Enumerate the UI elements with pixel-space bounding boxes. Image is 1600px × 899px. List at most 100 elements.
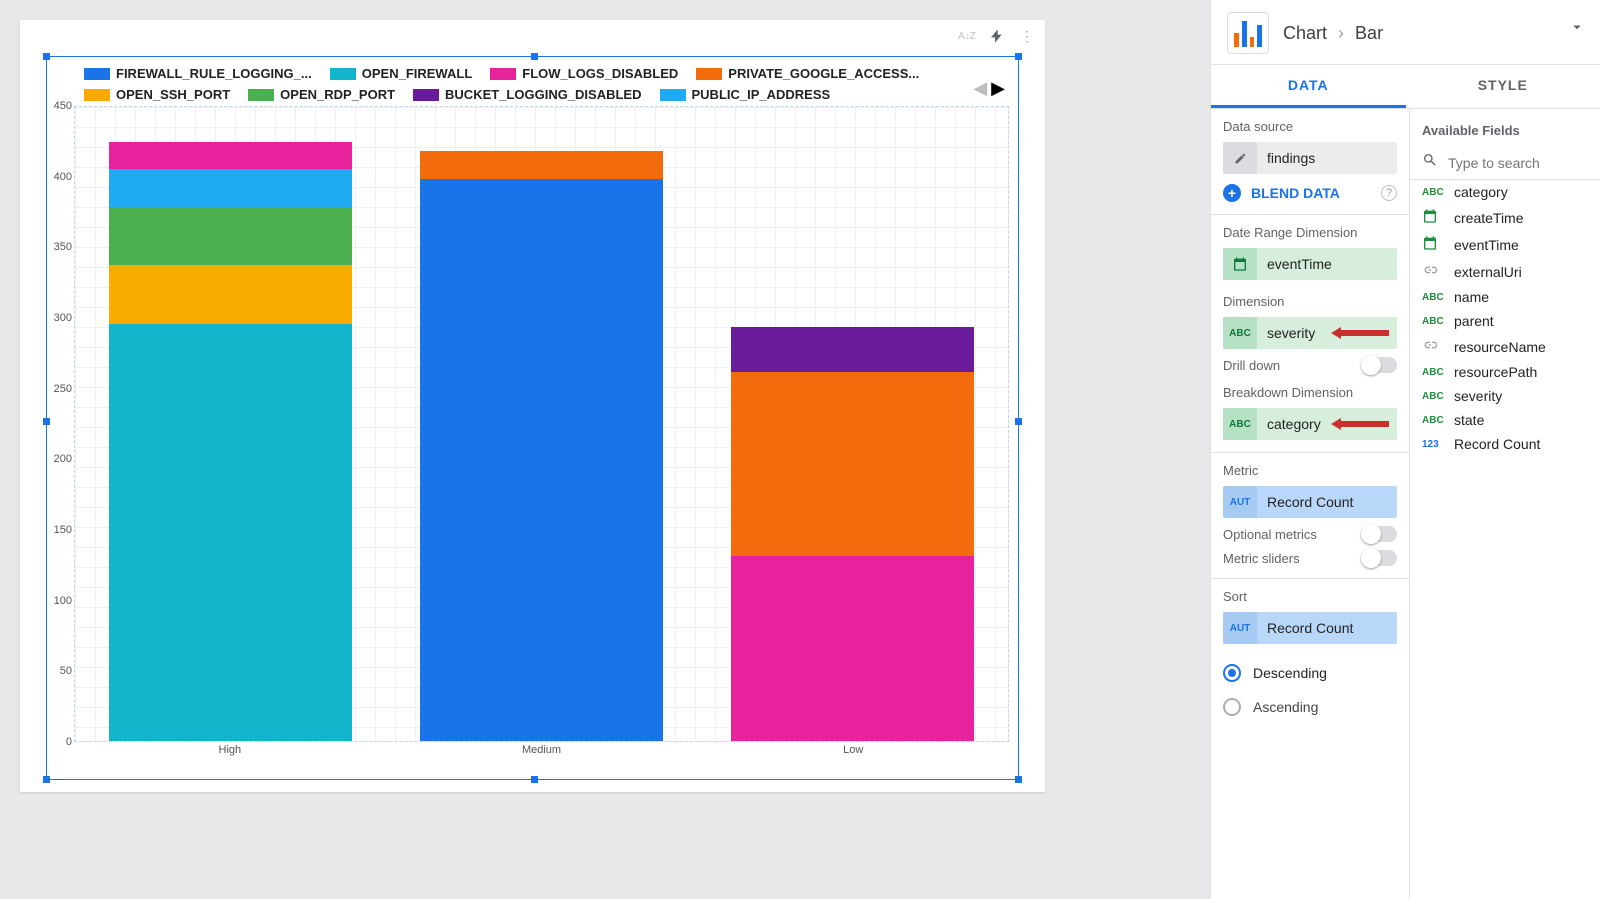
panel-tabs: DATA STYLE <box>1211 64 1600 109</box>
drilldown-toggle[interactable] <box>1363 357 1397 373</box>
available-field[interactable]: ABC resourcePath <box>1410 360 1600 384</box>
available-field[interactable]: externalUri <box>1410 258 1600 285</box>
legend-nav[interactable]: ◀▶ <box>973 78 1009 99</box>
field-type-icon: ABC <box>1422 367 1444 378</box>
sort-label: Sort <box>1223 589 1397 604</box>
aut-badge: AUT <box>1223 612 1257 644</box>
pencil-icon[interactable] <box>1223 142 1257 174</box>
x-tick-label: High <box>74 744 386 760</box>
legend-swatch <box>248 89 274 101</box>
field-search-input[interactable] <box>1446 154 1600 172</box>
legend-swatch <box>490 68 516 80</box>
abc-badge: ABC <box>1223 408 1257 440</box>
legend-item[interactable]: OPEN_FIREWALL <box>330 66 473 81</box>
chart-type-icon[interactable] <box>1227 12 1269 54</box>
metric-label: Metric <box>1223 463 1397 478</box>
chart-canvas[interactable]: A↓Z ⋮ FIREWALL_RULE_LOGGING_... OPEN_FIRE… <box>20 20 1045 792</box>
dimension-label: Dimension <box>1223 294 1397 309</box>
bar-segment[interactable] <box>109 324 352 741</box>
bar-segment[interactable] <box>109 208 352 264</box>
bar-segment[interactable] <box>731 372 974 557</box>
legend-item[interactable]: PUBLIC_IP_ADDRESS <box>660 87 831 102</box>
breadcrumb-leaf: Bar <box>1355 23 1383 43</box>
metric-chip[interactable]: AUT Record Count <box>1223 486 1397 518</box>
legend-swatch <box>660 89 686 101</box>
blend-data-button[interactable]: + BLEND DATA ? <box>1223 184 1397 202</box>
tab-data[interactable]: DATA <box>1211 65 1406 108</box>
bar-segment[interactable] <box>420 151 663 179</box>
available-field[interactable]: ABCparent <box>1410 309 1600 333</box>
bar-column[interactable] <box>697 107 1008 741</box>
legend-swatch <box>696 68 722 80</box>
available-field[interactable]: createTime <box>1410 204 1600 231</box>
legend-label: BUCKET_LOGGING_DISABLED <box>445 87 641 102</box>
side-panel: Chart › Bar DATA STYLE Data source findi… <box>1210 0 1600 899</box>
legend-label: OPEN_SSH_PORT <box>116 87 230 102</box>
field-type-icon: ABC <box>1422 292 1444 303</box>
date-range-label: Date Range Dimension <box>1223 225 1397 240</box>
drilldown-label: Drill down <box>1223 358 1280 373</box>
field-type-icon <box>1422 262 1444 281</box>
field-type-icon <box>1422 337 1444 356</box>
available-field[interactable]: ABC category <box>1410 180 1600 204</box>
x-tick-label: Medium <box>386 744 698 760</box>
field-name: severity <box>1454 388 1502 404</box>
sort-az-button[interactable]: A↓Z <box>957 26 977 46</box>
legend-label: OPEN_FIREWALL <box>362 66 473 81</box>
data-source-chip[interactable]: findings <box>1223 142 1397 174</box>
date-range-chip[interactable]: eventTime <box>1223 248 1397 280</box>
sort-desc-radio[interactable]: Descending <box>1211 656 1409 690</box>
field-search[interactable] <box>1410 146 1600 180</box>
field-type-icon: ABC <box>1422 415 1444 426</box>
more-icon[interactable]: ⋮ <box>1017 26 1037 46</box>
sort-asc-radio[interactable]: Ascending <box>1211 690 1409 724</box>
field-type-icon: ABC <box>1422 391 1444 402</box>
breakdown-value: category <box>1257 416 1397 432</box>
available-field[interactable]: ABC severity <box>1410 384 1600 408</box>
field-type-icon: 123 <box>1422 439 1444 450</box>
bar-segment[interactable] <box>109 265 352 324</box>
optional-metrics-label: Optional metrics <box>1223 527 1317 542</box>
bar-segment[interactable] <box>420 179 663 741</box>
bolt-icon[interactable] <box>987 26 1007 46</box>
legend-item[interactable]: FLOW_LOGS_DISABLED <box>490 66 678 81</box>
available-field[interactable]: ABCname <box>1410 285 1600 309</box>
available-field[interactable]: eventTime <box>1410 231 1600 258</box>
bar-segment[interactable] <box>731 327 974 372</box>
breakdown-chip[interactable]: ABC category <box>1223 408 1397 440</box>
field-type-icon: ABC <box>1422 316 1444 327</box>
available-field[interactable]: resourceName <box>1410 333 1600 360</box>
legend-swatch <box>84 68 110 80</box>
dimension-chip[interactable]: ABC severity <box>1223 317 1397 349</box>
tab-style[interactable]: STYLE <box>1406 65 1600 108</box>
field-name: category <box>1454 184 1508 200</box>
bar-column[interactable] <box>386 107 697 741</box>
legend-item[interactable]: OPEN_SSH_PORT <box>84 87 230 102</box>
available-field[interactable]: 123 Record Count <box>1410 432 1600 456</box>
field-name: resourcePath <box>1454 364 1537 380</box>
field-type-icon: ABC <box>1422 187 1444 198</box>
metric-sliders-toggle[interactable] <box>1363 550 1397 566</box>
bar-segment[interactable] <box>109 169 352 208</box>
chevron-down-icon[interactable] <box>1568 18 1586 41</box>
help-icon[interactable]: ? <box>1381 185 1397 201</box>
field-name: Record Count <box>1454 436 1540 452</box>
sort-chip[interactable]: AUT Record Count <box>1223 612 1397 644</box>
legend-swatch <box>330 68 356 80</box>
bar-segment[interactable] <box>109 142 352 169</box>
bar-segment[interactable] <box>731 556 974 741</box>
legend-label: PRIVATE_GOOGLE_ACCESS... <box>728 66 919 81</box>
available-field[interactable]: ABCstate <box>1410 408 1600 432</box>
bar-column[interactable] <box>75 107 386 741</box>
legend-item[interactable]: OPEN_RDP_PORT <box>248 87 395 102</box>
field-name: resourceName <box>1454 339 1546 355</box>
optional-metrics-toggle[interactable] <box>1363 526 1397 542</box>
legend-item[interactable]: BUCKET_LOGGING_DISABLED <box>413 87 641 102</box>
legend-item[interactable]: PRIVATE_GOOGLE_ACCESS... <box>696 66 919 81</box>
metric-value: Record Count <box>1257 494 1397 510</box>
date-range-value: eventTime <box>1257 256 1397 272</box>
legend-item[interactable]: FIREWALL_RULE_LOGGING_... <box>84 66 312 81</box>
chart-legend: FIREWALL_RULE_LOGGING_... OPEN_FIREWALL FL… <box>84 66 935 102</box>
field-name: eventTime <box>1454 237 1519 253</box>
sort-value: Record Count <box>1257 620 1397 636</box>
